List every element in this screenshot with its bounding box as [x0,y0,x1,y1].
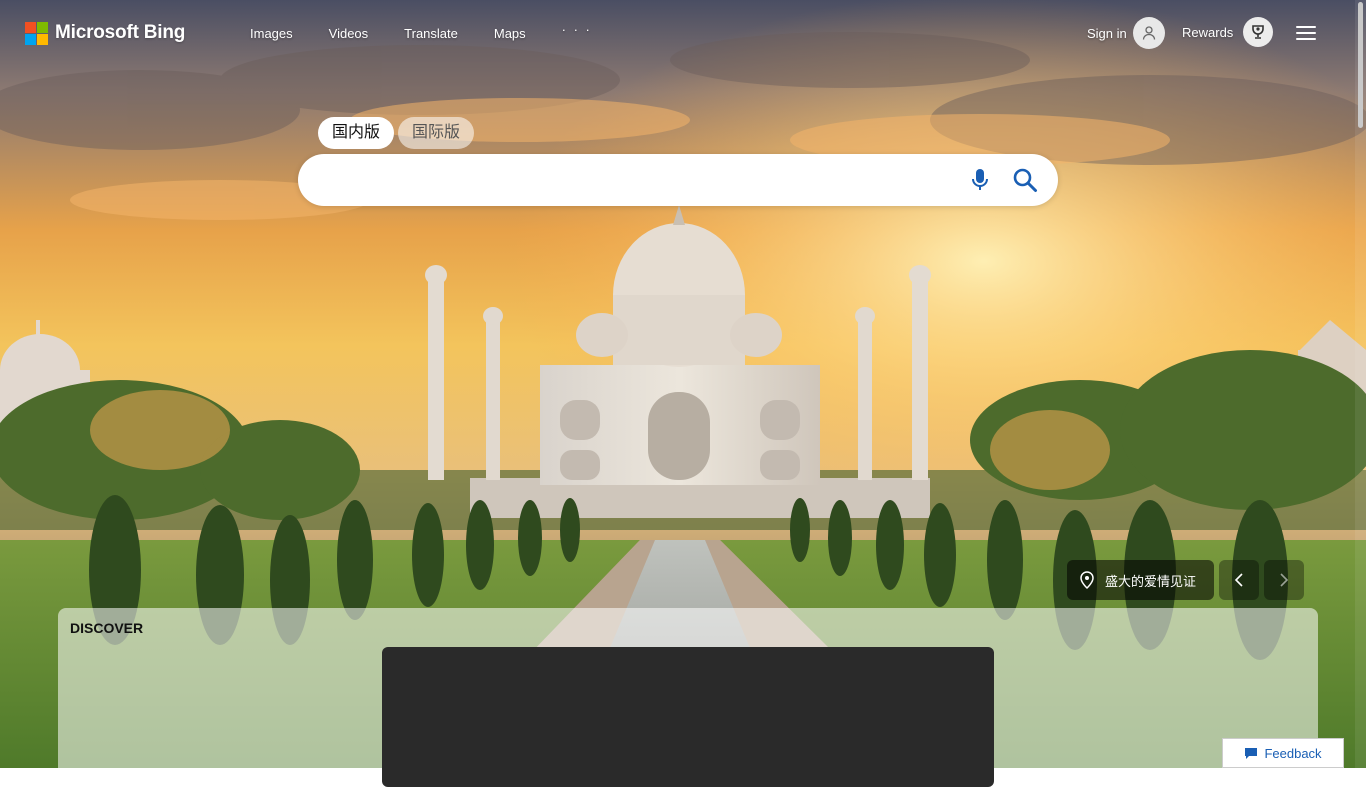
location-pin-icon [1080,571,1094,589]
scrollbar[interactable] [1355,0,1366,768]
rewards-button[interactable]: Rewards [1182,17,1274,47]
sign-in-label: Sign in [1087,25,1127,41]
search-icon[interactable] [1012,167,1038,193]
nav-images[interactable]: Images [250,26,293,41]
discover-panel: DISCOVER [58,608,1318,787]
scrollbar-thumb[interactable] [1358,2,1363,128]
feedback-icon [1245,747,1258,759]
feedback-button[interactable]: Feedback [1222,738,1344,768]
next-image-button[interactable] [1264,560,1304,600]
logo-text: Microsoft Bing [55,22,186,43]
rewards-trophy-icon [1243,17,1274,47]
tab-international[interactable]: 国际版 [398,117,475,149]
tab-domestic[interactable]: 国内版 [318,117,395,149]
top-nav: Images Videos Translate Maps · · · [250,22,592,41]
discover-card[interactable] [382,647,994,787]
search-input[interactable] [320,164,944,198]
sign-in-button[interactable]: Sign in [1087,17,1165,49]
region-tabs: 国内版 国际版 [318,117,478,149]
feedback-label: Feedback [1264,745,1322,761]
microsoft-logo-icon [25,21,48,45]
nav-more-button[interactable]: · · · [562,22,592,37]
caption-text: 盛大的爱情见证 [1105,573,1197,589]
rewards-label: Rewards [1182,24,1234,40]
microphone-icon[interactable] [968,167,992,193]
nav-maps[interactable]: Maps [494,26,526,41]
chevron-left-icon [1234,573,1243,587]
search-box [298,154,1058,206]
header-bar: Microsoft Bing Images Videos Translate M… [0,0,1366,66]
avatar-icon [1132,17,1165,49]
bing-logo[interactable]: Microsoft Bing [25,21,185,45]
chevron-right-icon [1280,573,1289,587]
discover-title: DISCOVER [70,620,144,636]
nav-videos[interactable]: Videos [329,26,369,41]
hamburger-menu-icon[interactable] [1294,23,1318,43]
image-caption[interactable]: 盛大的爱情见证 [1067,560,1215,600]
nav-translate[interactable]: Translate [404,26,458,41]
previous-image-button[interactable] [1219,560,1259,600]
